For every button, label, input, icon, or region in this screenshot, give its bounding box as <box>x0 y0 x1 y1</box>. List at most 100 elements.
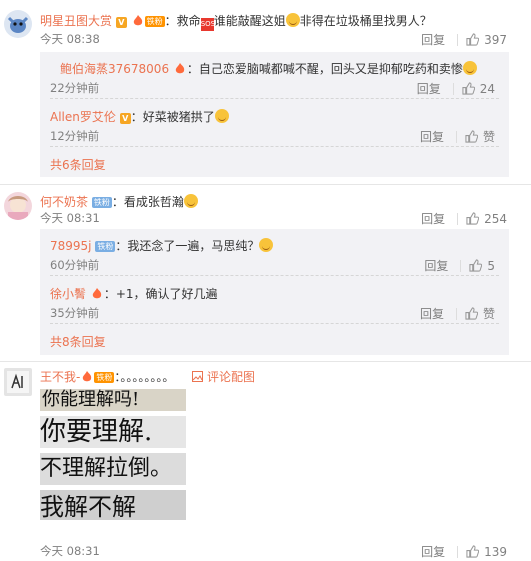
replier-name[interactable]: Allen罗艾伦 <box>50 110 116 124</box>
divider <box>455 307 457 320</box>
reply-ops: 回复 赞 <box>420 305 495 322</box>
reply-divider <box>50 146 499 147</box>
emoji-icon <box>285 13 300 27</box>
reply-divider <box>50 275 499 276</box>
comment-divider <box>0 184 531 185</box>
like-button[interactable]: 赞 <box>465 128 495 145</box>
reply-time: 12分钟前 <box>50 129 100 143</box>
more-replies-link[interactable]: 共8条回复 <box>50 333 106 350</box>
reply-button[interactable]: 回复 <box>420 305 444 322</box>
emoji-icon <box>259 238 274 252</box>
comment-text-mid: 谁能敲醒这姐 <box>213 14 286 28</box>
fans-badge[interactable]: 铁粉 <box>94 372 115 383</box>
like-button[interactable]: 254 <box>466 212 507 226</box>
handwriting-line: 不理解拉倒。 <box>40 453 186 485</box>
comment-line: 王不我- 铁粉：。。。。。。。。 评论配图 <box>40 368 255 385</box>
handwriting-line: 你能理解吗! <box>40 389 186 411</box>
comment-ops: 回复 139 <box>421 543 507 560</box>
reply-text: ：自己恋爱脑喊都喊不醒，回头又是抑郁吃药和卖惨 <box>186 62 463 76</box>
comment-text-post: 非得在垃圾桶里找男人？ <box>299 14 432 28</box>
reply-ops: 回复 5 <box>424 257 495 274</box>
replier-name[interactable]: 鲍伯海蒸37678006 <box>60 62 169 76</box>
reply-list: 鲍伯海蒸37678006 ：自己恋爱脑喊都喊不醒，回头又是抑郁吃药和卖惨 22分… <box>40 52 509 177</box>
thumb-up-icon <box>465 130 478 143</box>
like-button[interactable]: 赞 <box>465 305 495 322</box>
replier-name[interactable]: 徐小鬌 <box>50 287 86 301</box>
like-count: 397 <box>484 32 507 47</box>
thumb-up-icon <box>466 212 480 225</box>
reply-time: 35分钟前 <box>50 306 100 320</box>
image-icon <box>192 371 204 382</box>
replier-name[interactable]: 78995j <box>50 239 92 253</box>
comment-time: 今天 08:31 <box>40 211 100 225</box>
avatar[interactable] <box>4 10 32 38</box>
comment-ops: 回复 254 <box>421 210 507 227</box>
image-link-label: 评论配图 <box>207 370 256 384</box>
comment-image[interactable]: 你能理解吗! 你要理解. 不理解拉倒。 我解不解 <box>40 389 186 525</box>
emoji-icon <box>214 109 229 123</box>
comment-image-link[interactable]: 评论配图 <box>192 370 255 384</box>
reply-button[interactable]: 回复 <box>424 257 448 274</box>
reply-time: 60分钟前 <box>50 258 100 272</box>
divider <box>455 130 457 143</box>
like-count: 254 <box>484 211 507 226</box>
like-button[interactable]: 24 <box>462 82 495 96</box>
fans-badge[interactable]: 铁粉 <box>91 197 112 208</box>
comment-time: 今天 08:38 <box>40 32 100 46</box>
handwriting-line: 你要理解. <box>40 416 186 448</box>
reply-text: ：我还念了一遍，马思纯？ <box>115 239 260 253</box>
fans-badge[interactable]: 铁粉 <box>95 241 116 252</box>
reply-ops: 回复 赞 <box>420 128 495 145</box>
avatar[interactable] <box>4 192 32 220</box>
reply-button[interactable]: 回复 <box>421 31 445 48</box>
commenter-name[interactable]: 王不我- <box>40 370 80 384</box>
reply-text-line: 鲍伯海蒸37678006 ：自己恋爱脑喊都喊不醒，回头又是抑郁吃药和卖惨 <box>50 60 477 77</box>
like-button[interactable]: 139 <box>466 545 507 559</box>
comment-line: 明星丑图大赏 V 铁粉 ：救命SOS谁能敲醒这姐 非得在垃圾桶里找男人？ <box>40 12 432 31</box>
divider <box>452 82 454 95</box>
like-count: 5 <box>487 258 495 273</box>
commenter-name[interactable]: 何不奶茶 <box>40 195 88 209</box>
sos-icon: SOS <box>200 18 215 31</box>
reply-divider <box>50 98 499 99</box>
comment-line: 何不奶茶 铁粉 ：看成张哲瀚 <box>40 193 198 210</box>
reply-button[interactable]: 回复 <box>421 210 445 227</box>
comment-text-pre: ：救命 <box>164 14 201 28</box>
reply-text: ：好菜被猪拱了 <box>130 110 215 124</box>
fire-icon <box>80 370 94 383</box>
thumb-up-icon <box>462 82 475 95</box>
avatar[interactable] <box>4 368 32 396</box>
like-button[interactable]: 397 <box>466 33 507 47</box>
divider <box>457 212 459 225</box>
verified-icon: V <box>115 17 127 28</box>
commenter-name[interactable]: 明星丑图大赏 <box>40 14 112 28</box>
like-count: 24 <box>479 81 495 96</box>
fans-badge[interactable]: 铁粉 <box>144 16 165 27</box>
like-count: 139 <box>484 544 507 559</box>
reply-divider <box>50 323 499 324</box>
reply-button[interactable]: 回复 <box>420 128 444 145</box>
comment-time: 今天 08:31 <box>40 544 100 558</box>
like-button[interactable]: 5 <box>469 259 495 273</box>
thumb-up-icon <box>465 307 478 320</box>
emoji-icon <box>183 194 198 208</box>
more-replies-link[interactable]: 共6条回复 <box>50 156 106 173</box>
reply-text-line: 78995j 铁粉 ：我还念了一遍，马思纯？ <box>50 237 274 254</box>
like-label: 赞 <box>482 130 495 144</box>
reply-list: 78995j 铁粉 ：我还念了一遍，马思纯？ 60分钟前 回复 5 徐小鬌 ：+1… <box>40 229 509 355</box>
handwriting-line: 我解不解 <box>40 490 186 520</box>
reply-text-line: 徐小鬌 ：+1，确认了好几遍 <box>50 285 218 302</box>
reply-text: ：+1，确认了好几遍 <box>103 287 218 301</box>
reply-ops: 回复 24 <box>417 80 495 97</box>
thumb-up-icon <box>466 545 480 558</box>
reply-time: 22分钟前 <box>50 81 100 95</box>
reply-button[interactable]: 回复 <box>421 543 445 560</box>
comment-ops: 回复 397 <box>421 31 507 48</box>
reply-button[interactable]: 回复 <box>417 80 441 97</box>
comment-text: ：。。。。。。。。 <box>114 370 175 384</box>
emoji-icon <box>462 61 477 75</box>
like-label: 赞 <box>482 307 495 321</box>
fire-icon <box>90 287 104 300</box>
comment-text: ：看成张哲瀚 <box>111 195 184 209</box>
thumb-up-icon <box>466 33 480 46</box>
